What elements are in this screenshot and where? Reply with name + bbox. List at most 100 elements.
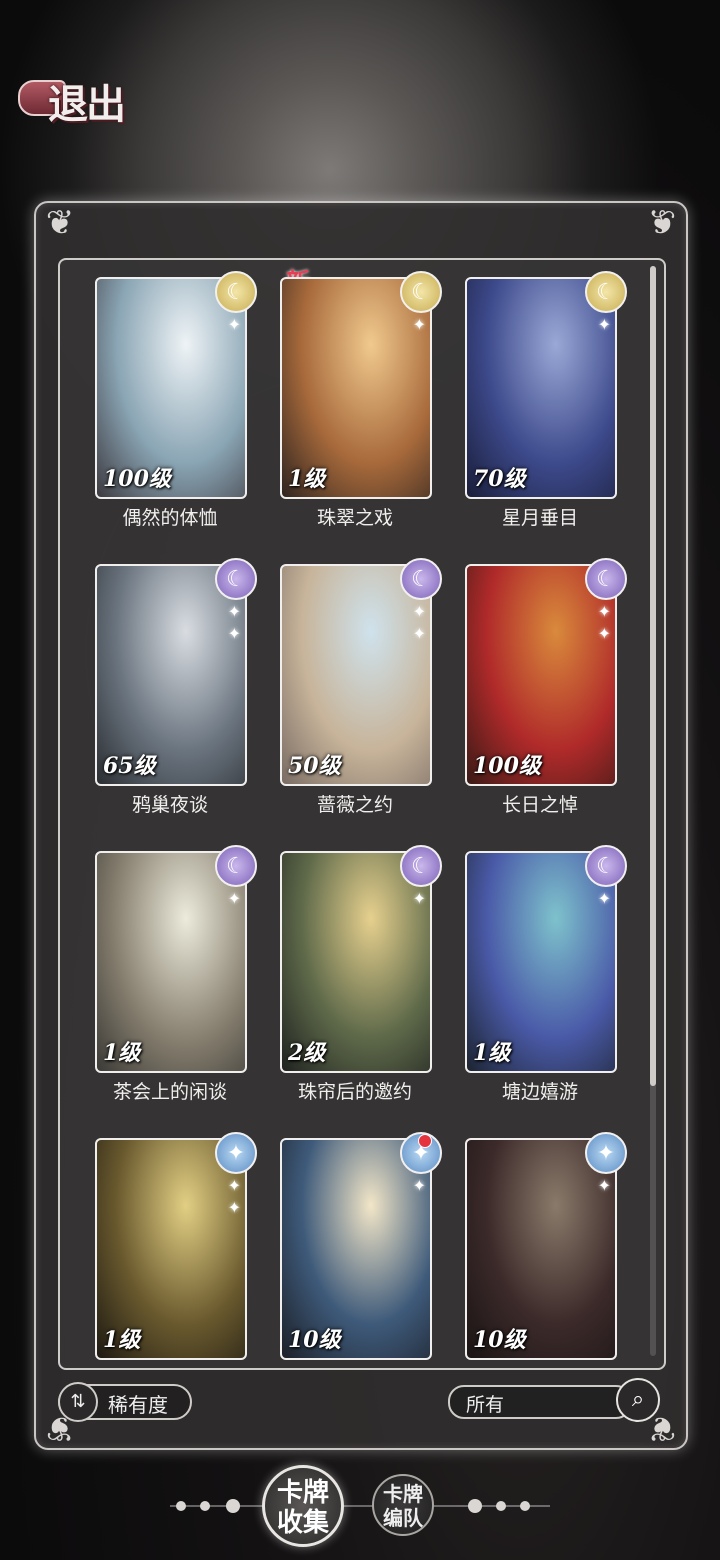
card-title: 星月垂目 xyxy=(501,507,578,529)
card-artwork: 1级 xyxy=(280,277,432,499)
star-icon: ✦ xyxy=(412,624,426,643)
filter-select[interactable]: 所有 xyxy=(448,1385,632,1419)
card-item[interactable]: 1级 ☾ ✦ 珠翠之戏 xyxy=(280,271,442,529)
sort-button[interactable]: ⇅ 稀有度 xyxy=(58,1382,192,1422)
card-level: 70级 xyxy=(473,466,526,492)
card-artwork: 70级 xyxy=(465,277,617,499)
notification-dot xyxy=(418,1134,432,1148)
rarity-icon: ☾ xyxy=(585,845,627,887)
scrollbar[interactable] xyxy=(650,266,656,1356)
card-level: 10级 xyxy=(288,1327,341,1353)
nav-dot xyxy=(226,1499,240,1513)
card-collection-tab[interactable]: 卡牌 收集 xyxy=(262,1465,344,1547)
card-collection-panel: ❦ ❦ ❦ ❦ 新 100级☾✦偶然的体恤1级☾✦珠翠之戏70级☾✦星月垂目65… xyxy=(34,201,688,1450)
sort-icon: ⇅ xyxy=(58,1382,98,1422)
star-icon: ✦ xyxy=(412,1176,426,1195)
star-icon: ✦ xyxy=(227,602,241,621)
tab-label-line1: 卡牌 xyxy=(276,1478,329,1508)
card-item[interactable]: 1级 ✦ ✦ ✦ xyxy=(95,1132,257,1360)
filter-label: 所有 xyxy=(466,1394,505,1416)
card-artwork: 100级 xyxy=(465,564,617,786)
star-icon: ✦ xyxy=(597,602,611,621)
card-artwork: 100级 xyxy=(95,277,247,499)
rarity-icon: ☾ xyxy=(215,845,257,887)
card-level: 2级 xyxy=(288,1040,326,1066)
star-icon: ✦ xyxy=(597,624,611,643)
star-icon: ✦ xyxy=(227,889,241,908)
card-item[interactable]: 1级 ☾ ✦ 塘边嬉游 xyxy=(465,845,627,1103)
card-item[interactable]: 10级 ✦ ✦ xyxy=(465,1132,627,1360)
rarity-icon: ✦ xyxy=(585,1132,627,1174)
rarity-icon: ☾ xyxy=(400,558,442,600)
card-item[interactable]: 50级 ☾ ✦ ✦ 蔷薇之约 xyxy=(280,558,442,816)
card-title: 偶然的体恤 xyxy=(122,507,218,529)
card-artwork: 2级 xyxy=(280,851,432,1073)
card-level: 1级 xyxy=(473,1040,511,1066)
nav-dot xyxy=(176,1501,186,1511)
card-artwork: 65级 xyxy=(95,564,247,786)
rarity-icon: ☾ xyxy=(585,558,627,600)
tab-label-line2: 收集 xyxy=(276,1508,329,1538)
rarity-icon: ✦ xyxy=(215,1132,257,1174)
card-artwork: 10级 xyxy=(465,1138,617,1360)
search-button[interactable]: ⌕ xyxy=(616,1378,660,1422)
card-title: 蔷薇之约 xyxy=(316,794,393,816)
card-level: 1级 xyxy=(103,1327,141,1353)
tab-label-line1: 卡牌 xyxy=(383,1482,423,1506)
card-title: 珠翠之戏 xyxy=(316,507,393,529)
card-item[interactable]: 70级 ☾ ✦ 星月垂目 xyxy=(465,271,627,529)
card-item[interactable]: 10级 ✦ ✦ xyxy=(280,1132,442,1360)
rarity-icon: ☾ xyxy=(215,271,257,313)
card-level: 1级 xyxy=(103,1040,141,1066)
card-level: 50级 xyxy=(288,753,341,779)
nav-dot xyxy=(468,1499,482,1513)
star-icon: ✦ xyxy=(597,889,611,908)
star-icon: ✦ xyxy=(227,1176,241,1195)
nav-dot xyxy=(200,1501,210,1511)
card-artwork: 1级 xyxy=(465,851,617,1073)
card-title: 珠帘后的邀约 xyxy=(297,1081,412,1103)
card-artwork: 50级 xyxy=(280,564,432,786)
card-title: 鸦巢夜谈 xyxy=(131,794,208,816)
search-icon: ⌕ xyxy=(631,1387,645,1412)
card-artwork: 1级 xyxy=(95,1138,247,1360)
card-item[interactable]: 2级 ☾ ✦ 珠帘后的邀约 xyxy=(280,845,442,1103)
exit-label: 退出 xyxy=(48,81,126,128)
rarity-icon: ☾ xyxy=(585,271,627,313)
rarity-icon: ☾ xyxy=(400,271,442,313)
rarity-icon: ☾ xyxy=(400,845,442,887)
card-item[interactable]: 100级 ☾ ✦ ✦ 长日之悼 xyxy=(465,558,627,816)
card-level: 1级 xyxy=(288,466,326,492)
card-grid: 新 100级☾✦偶然的体恤1级☾✦珠翠之戏70级☾✦星月垂目65级☾✦✦鸦巢夜谈… xyxy=(58,258,666,1370)
tab-label-line2: 编队 xyxy=(383,1506,423,1530)
scrollbar-thumb[interactable] xyxy=(650,266,656,1086)
card-item[interactable]: 100级 ☾ ✦ 偶然的体恤 xyxy=(95,271,257,529)
nav-dot xyxy=(520,1501,530,1511)
card-title: 茶会上的闲谈 xyxy=(112,1081,227,1103)
sort-label: 稀有度 xyxy=(108,1393,168,1417)
star-icon: ✦ xyxy=(412,889,426,908)
card-title: 长日之悼 xyxy=(501,794,578,816)
star-icon: ✦ xyxy=(597,1176,611,1195)
star-icon: ✦ xyxy=(597,315,611,334)
star-icon: ✦ xyxy=(412,315,426,334)
star-icon: ✦ xyxy=(412,602,426,621)
corner-ornament-icon: ❦ xyxy=(45,203,75,243)
card-item[interactable]: 65级 ☾ ✦ ✦ 鸦巢夜谈 xyxy=(95,558,257,816)
rarity-icon: ☾ xyxy=(215,558,257,600)
card-level: 100级 xyxy=(103,466,171,492)
card-item[interactable]: 1级 ☾ ✦ 茶会上的闲谈 xyxy=(95,845,257,1103)
card-title: 塘边嬉游 xyxy=(501,1081,578,1103)
star-icon: ✦ xyxy=(227,315,241,334)
card-level: 10级 xyxy=(473,1327,526,1353)
card-level: 65级 xyxy=(103,753,156,779)
star-icon: ✦ xyxy=(227,624,241,643)
card-team-tab[interactable]: 卡牌 编队 xyxy=(372,1474,434,1536)
corner-ornament-icon: ❦ xyxy=(647,203,677,243)
exit-button[interactable]: 退出 xyxy=(12,70,132,128)
card-artwork: 1级 xyxy=(95,851,247,1073)
nav-dot xyxy=(496,1501,506,1511)
card-level: 100级 xyxy=(473,753,541,779)
card-artwork: 10级 xyxy=(280,1138,432,1360)
star-icon: ✦ xyxy=(227,1198,241,1217)
